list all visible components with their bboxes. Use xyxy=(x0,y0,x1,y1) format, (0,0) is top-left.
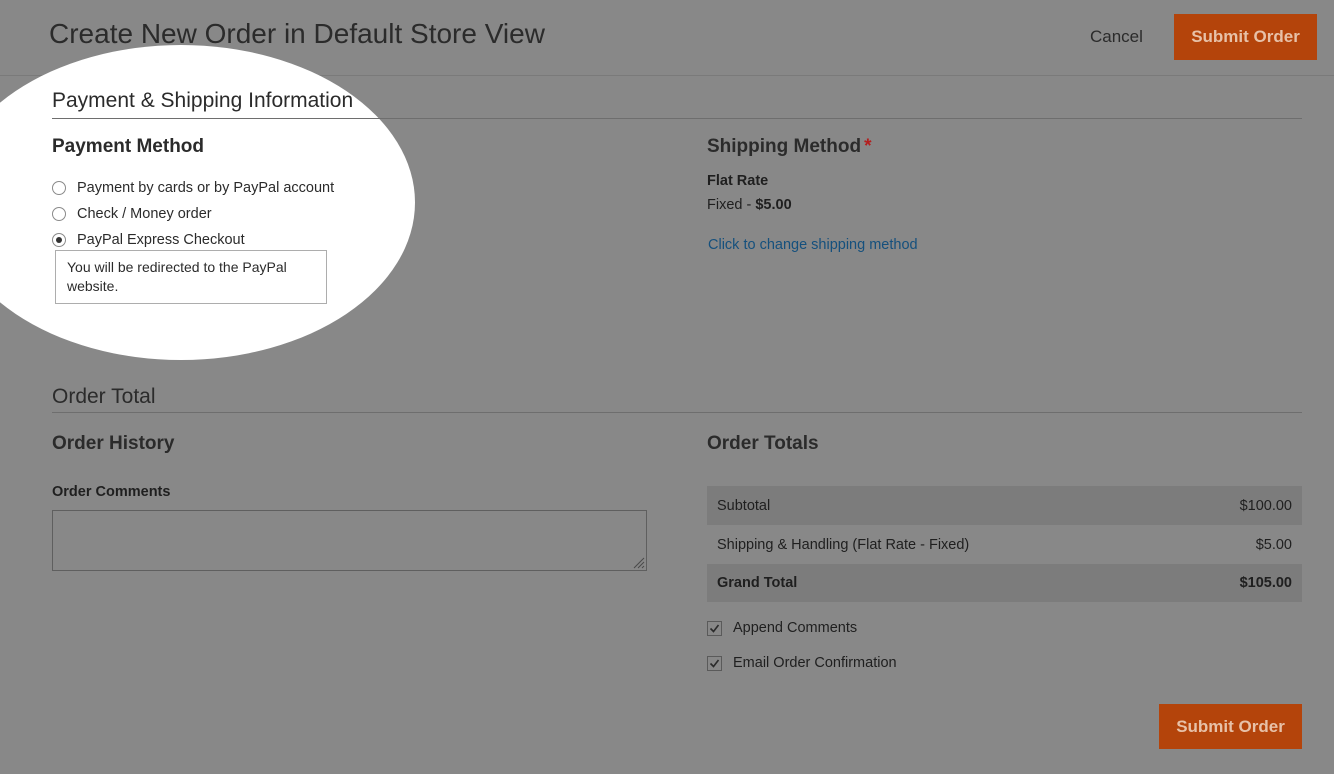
totals-row-grand-total: Grand Total $105.00 xyxy=(707,564,1302,602)
shipping-carrier: Flat Rate xyxy=(707,173,769,189)
payment-option-paypal-express[interactable]: PayPal Express Checkout xyxy=(52,230,245,250)
append-comments-option[interactable]: Append Comments xyxy=(707,620,857,636)
totals-value: $5.00 xyxy=(1255,536,1292,553)
required-asterisk: * xyxy=(864,136,872,157)
radio-selected-icon[interactable] xyxy=(52,233,66,247)
shipping-method-heading: Shipping Method * xyxy=(707,136,871,158)
payment-option-cards-paypal[interactable]: Payment by cards or by PayPal account xyxy=(52,178,334,198)
checkbox-checked-icon[interactable] xyxy=(707,620,722,636)
email-order-confirmation-option[interactable]: Email Order Confirmation xyxy=(707,655,897,671)
checkmark-icon xyxy=(709,624,720,633)
order-totals-title: Order Totals xyxy=(707,433,819,454)
submit-order-button-bottom[interactable]: Submit Order xyxy=(1159,704,1302,749)
order-comments-label: Order Comments xyxy=(52,484,171,500)
payment-shipping-section-title: Payment & Shipping Information xyxy=(52,89,354,112)
totals-label: Subtotal xyxy=(717,497,771,514)
checkmark-icon xyxy=(709,659,720,668)
change-shipping-method-link[interactable]: Click to change shipping method xyxy=(708,237,918,253)
order-total-section-title: Order Total xyxy=(52,385,156,408)
radio-icon[interactable] xyxy=(52,181,66,195)
email-order-confirmation-label: Email Order Confirmation xyxy=(733,655,897,671)
shipping-method-label: Fixed - xyxy=(707,197,756,213)
submit-order-button-top[interactable]: Submit Order xyxy=(1174,14,1317,60)
totals-row-shipping: Shipping & Handling (Flat Rate - Fixed) … xyxy=(707,525,1302,564)
payment-option-label: PayPal Express Checkout xyxy=(77,232,245,248)
shipping-method-title: Shipping Method xyxy=(707,136,862,157)
radio-icon[interactable] xyxy=(52,207,66,221)
order-totals-table: Subtotal $100.00 Shipping & Handling (Fl… xyxy=(707,486,1302,602)
shipping-method-line: Fixed - $5.00 xyxy=(707,197,792,213)
resize-handle-icon[interactable] xyxy=(632,556,645,569)
order-history-title: Order History xyxy=(52,433,175,454)
order-comments-textarea[interactable] xyxy=(52,510,647,571)
page-title: Create New Order in Default Store View xyxy=(49,18,545,49)
section-divider xyxy=(52,412,1302,413)
totals-value: $100.00 xyxy=(1239,497,1292,514)
paypal-redirect-note: You will be redirected to the PayPal web… xyxy=(55,250,327,304)
section-divider xyxy=(52,118,1302,119)
checkbox-checked-icon[interactable] xyxy=(707,655,722,671)
payment-option-label: Payment by cards or by PayPal account xyxy=(77,180,335,196)
append-comments-label: Append Comments xyxy=(733,620,858,636)
payment-option-label: Check / Money order xyxy=(77,206,212,222)
totals-row-subtotal: Subtotal $100.00 xyxy=(707,486,1302,525)
totals-value: $105.00 xyxy=(1239,575,1292,591)
totals-label: Grand Total xyxy=(717,575,798,591)
payment-method-title: Payment Method xyxy=(52,136,205,157)
payment-option-check-money-order[interactable]: Check / Money order xyxy=(52,204,212,224)
totals-label: Shipping & Handling (Flat Rate - Fixed) xyxy=(717,536,970,553)
cancel-button[interactable]: Cancel xyxy=(1090,27,1143,47)
shipping-method-price: $5.00 xyxy=(755,197,792,213)
